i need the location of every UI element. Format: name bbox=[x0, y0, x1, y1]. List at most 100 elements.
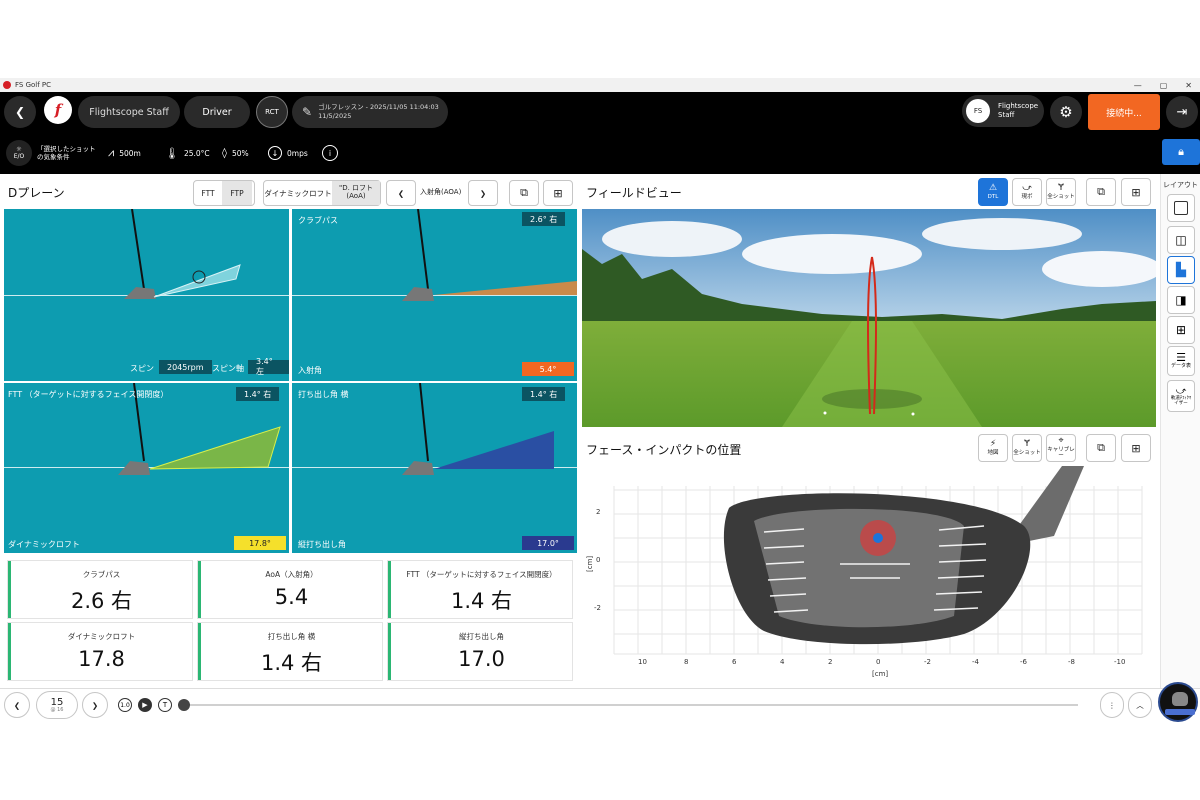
playback-speed-button[interactable]: 1.0 bbox=[118, 698, 132, 712]
prev-metric-button[interactable]: ❮ bbox=[386, 180, 416, 206]
logout-button[interactable]: ⇥ bbox=[1166, 96, 1198, 128]
trajectory-optimizer-button[interactable]: ⤻ 軌道ﾁﾌｨｸﾏ イザー bbox=[1167, 380, 1195, 412]
all-shots-button[interactable]: Ɏ 全ショット bbox=[1046, 178, 1076, 206]
info-icon: i bbox=[322, 145, 338, 161]
dloft-select[interactable]: "D. ロフト (AoA) bbox=[332, 181, 380, 205]
calibrate-label: キャリブレー bbox=[1047, 446, 1075, 459]
info-button[interactable]: i bbox=[322, 132, 338, 174]
chevron-right-icon: ❯ bbox=[91, 700, 99, 710]
next-shot-button[interactable]: ❯ bbox=[82, 692, 108, 718]
impact-map-label: 地図 bbox=[987, 449, 999, 456]
impact-chart[interactable]: 2 0 -2 10 8 6 4 2 0 -2 -4 -6 -8 -10 [cm]… bbox=[584, 466, 1156, 684]
data-table-label: データ表 bbox=[1170, 363, 1191, 370]
x-tick: 10 bbox=[638, 658, 647, 666]
weather-button[interactable]: ☼ E/O 「選択したショット の気象条件 bbox=[6, 132, 96, 174]
field-popout-button[interactable]: ⧉ bbox=[1086, 178, 1116, 206]
altitude-item: ⩘ 500m bbox=[108, 132, 141, 174]
lock-icon: 🔒︎ bbox=[1178, 145, 1184, 158]
layout-split-icon: ◨ bbox=[1175, 293, 1187, 307]
ftt-ftp-toggle[interactable]: FTT FTP bbox=[193, 180, 255, 206]
dyn-loft-button[interactable]: ダイナミックロフト bbox=[264, 188, 332, 199]
rct-button[interactable]: RCT bbox=[256, 96, 288, 128]
wind-icon: ↓ bbox=[268, 146, 282, 160]
maximize-icon[interactable]: ▢ bbox=[1160, 81, 1168, 90]
next-metric-button[interactable]: ❯ bbox=[468, 180, 498, 206]
x-tick: -8 bbox=[1068, 658, 1075, 666]
speed-label: 1.0 bbox=[120, 701, 130, 709]
metric-label: AoA（入射角） bbox=[265, 570, 318, 579]
session-selector[interactable]: ✎ ゴルフレッスン - 2025/11/05 11:04:03 11/5/202… bbox=[292, 96, 448, 128]
club-tab[interactable]: Driver bbox=[184, 96, 250, 128]
vertical-dots-icon: ⋮ bbox=[1108, 700, 1116, 710]
metric-card[interactable]: 縦打ち出し角 17.0 bbox=[388, 623, 572, 680]
session-label: ゴルフレッスン - 2025/11/05 11:04:03 bbox=[318, 102, 439, 111]
more-options-button[interactable]: ⋮ bbox=[1100, 692, 1124, 718]
external-link-icon: ⧉ bbox=[1097, 185, 1105, 198]
shot-counter[interactable]: 15 @ 16 bbox=[36, 691, 78, 719]
connect-button[interactable]: 接続中... bbox=[1088, 94, 1160, 130]
minimize-icon[interactable]: — bbox=[1134, 81, 1142, 90]
lock-button[interactable]: 🔒︎ bbox=[1162, 139, 1200, 165]
ftp-button[interactable]: FTP bbox=[222, 181, 252, 205]
metric-value: 2.6 右 bbox=[70, 589, 133, 613]
layout-two-column-button[interactable]: ◫ bbox=[1167, 226, 1195, 254]
ftt-tile-label: FTT （ターゲットに対するフェイス開閉度） bbox=[8, 390, 169, 399]
metric-card[interactable]: クラブパス 2.6 右 bbox=[8, 561, 192, 618]
droplet-icon: ◊ bbox=[222, 147, 227, 159]
t-label: T bbox=[162, 701, 168, 709]
layout-three-panel-button[interactable]: ▙ bbox=[1167, 256, 1195, 284]
spin-axis-label: スピン軸 bbox=[212, 364, 244, 373]
shot-sub: @ 16 bbox=[50, 706, 64, 713]
impact-layout-button[interactable]: ⊞ bbox=[1121, 434, 1151, 462]
t-button[interactable]: T bbox=[158, 698, 172, 712]
calibrate-button[interactable]: ⌖ キャリブレー bbox=[1046, 434, 1076, 462]
club-graphic-4 bbox=[402, 383, 554, 475]
metric-card[interactable]: ダイナミックロフト 17.8 bbox=[8, 623, 192, 680]
metric-value: 5.4 bbox=[274, 585, 309, 609]
grid-plus-icon: ⊞ bbox=[553, 186, 563, 200]
y-tick: -2 bbox=[594, 604, 601, 612]
play-button[interactable]: ▶ bbox=[138, 698, 152, 712]
dplane-popout-button[interactable]: ⧉ bbox=[509, 180, 539, 206]
profile-button[interactable]: FS Flightscope Staff bbox=[962, 95, 1044, 127]
impact-all-shots-label: 全ショット bbox=[1013, 449, 1041, 456]
metric-card[interactable]: AoA（入射角） 5.4 bbox=[198, 561, 382, 618]
timeline-scrubber[interactable] bbox=[178, 699, 190, 711]
session-date: 11/5/2025 bbox=[318, 112, 352, 120]
window-titlebar: FS Golf PC — ▢ ✕ bbox=[0, 78, 1200, 92]
layout-grid-button[interactable]: ⊞ bbox=[1167, 316, 1195, 344]
user-tab[interactable]: Flightscope Staff bbox=[78, 96, 180, 128]
external-link-icon: ⧉ bbox=[1097, 441, 1105, 454]
layout-split-button[interactable]: ◨ bbox=[1167, 286, 1195, 314]
data-table-button[interactable]: ☰ データ表 bbox=[1167, 346, 1195, 376]
lightning-icon: ⚡︎ bbox=[989, 439, 997, 450]
square-icon bbox=[1174, 201, 1188, 215]
close-icon[interactable]: ✕ bbox=[1185, 81, 1192, 90]
settings-button[interactable]: ⚙ bbox=[1050, 96, 1082, 128]
impact-all-shots-button[interactable]: Ɏ 全ショット bbox=[1012, 434, 1042, 462]
y-axis-unit: [cm] bbox=[586, 556, 594, 572]
expand-button[interactable]: ︿ bbox=[1128, 692, 1152, 718]
field-view-title: フィールドビュー bbox=[586, 186, 682, 200]
metric-card[interactable]: 打ち出し角 横 1.4 右 bbox=[198, 623, 382, 680]
launch-v-value: 17.0° bbox=[522, 536, 574, 550]
impact-map-button[interactable]: ⚡︎ 地図 bbox=[978, 434, 1008, 462]
dplane-layout-button[interactable]: ⊞ bbox=[543, 180, 573, 206]
metric-card[interactable]: FTT （ターゲットに対するフェイス開閉度） 1.4 右 bbox=[388, 561, 572, 618]
layout-sidebar: レイアウト ◫ ▙ ◨ ⊞ ☰ データ表 ⤻ 軌道ﾁﾌｨｸﾏ イザー bbox=[1160, 174, 1200, 688]
y-tick: 0 bbox=[596, 556, 600, 564]
layout-single-button[interactable] bbox=[1167, 194, 1195, 222]
dtl-button[interactable]: ⚠ DTL bbox=[978, 178, 1008, 206]
field-layout-button[interactable]: ⊞ bbox=[1121, 178, 1151, 206]
external-link-icon: ⧉ bbox=[520, 186, 528, 199]
edit-icon: ✎ bbox=[302, 105, 313, 119]
impact-popout-button[interactable]: ⧉ bbox=[1086, 434, 1116, 462]
view2-button[interactable]: ⤻ 現ボ bbox=[1012, 178, 1042, 206]
ftt-button[interactable]: FTT bbox=[194, 189, 222, 198]
timeline-track[interactable] bbox=[190, 704, 1078, 706]
loft-toggle[interactable]: ダイナミックロフト "D. ロフト (AoA) bbox=[263, 180, 381, 206]
field-view-scene[interactable] bbox=[582, 209, 1156, 427]
metric-label: ダイナミックロフト bbox=[67, 632, 136, 641]
back-button[interactable]: ❮ bbox=[4, 96, 36, 128]
prev-shot-button[interactable]: ❮ bbox=[4, 692, 30, 718]
